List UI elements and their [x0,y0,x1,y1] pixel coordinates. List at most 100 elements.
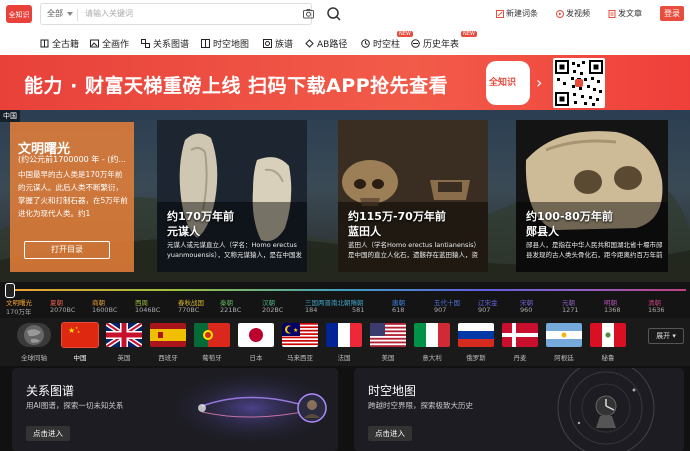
camera-icon[interactable] [303,8,314,19]
nav-item-space-time-pillar[interactable]: 时空柱 NEW [361,31,413,50]
nav-label: 时空柱 [373,40,401,50]
expand-label: 展开 [656,332,671,340]
timeline-era-year: 618 [392,306,405,314]
site-logo-icon[interactable]: 全知识 [6,5,32,23]
login-button[interactable]: 登录 [660,6,684,21]
timeline-era-year: 202BC [262,306,284,314]
painting-icon [90,39,99,48]
timeline-era-year: 1046BC [135,306,161,314]
nav-item-space-time-map[interactable]: 时空地图 [201,37,249,50]
nav-item-relation-graph[interactable]: 关系图谱 [141,37,189,50]
space-time-map-panel[interactable]: 时空地图 跨越时空界限，探索极致大历史 点击进入 [354,368,684,451]
svg-text:★: ★ [77,330,80,334]
chevron-down-icon [67,12,73,16]
globe-icon[interactable] [17,323,51,347]
country-label: 秘鲁 [601,354,615,362]
country-label: 丹麦 [513,354,527,362]
graph-icon [141,39,150,48]
artifact-card-lantian[interactable]: 约115万-70万年前 蓝田人 蓝田人（学名Homo erectus lanti… [338,120,488,272]
expand-countries-button[interactable]: 展开 ▾ [648,328,684,344]
timeline-era-year: 770BC [178,306,200,314]
new-badge: NEW [461,31,477,37]
flag-russia-icon[interactable] [458,323,494,347]
dynasty-timeline[interactable]: 文明曙光 170万年 夏朝 2070BC 商朝 1600BC 西周 1046BC 春秋战国 770… [0,282,690,318]
timeline-era-year: 581 [352,306,365,314]
flag-china-icon[interactable]: ★ ★ ★ [61,322,99,348]
country-label: 葡萄牙 [202,354,222,362]
enter-space-time-map-button[interactable]: 点击进入 [368,426,412,441]
promo-banner[interactable]: 能力 · 财富天梯重磅上线 扫码下载APP抢先查看 全知识 › [0,55,690,110]
panel-title: 关系图谱 [26,384,75,398]
app-logo-label: 全知识 [489,78,517,88]
country-label: 全球同轴 [21,354,47,362]
card-description: 蓝田人（学名Homo erectus lantianensis）是中国的直立人化… [348,241,481,259]
card-time: 约115万-70万年前 [348,210,446,223]
relation-graph-panel[interactable]: 关系图谱 用AI图谱，探索一切未知关系 点击进入 [12,368,338,451]
search-input[interactable]: 请输入关键词 [85,8,133,19]
artifact-card-yunxian[interactable]: 约100-80万年前 郧县人 郧县人，是指在中华人民共和国湖北省十堰市郧县发现的… [516,120,668,272]
post-article-button[interactable]: 发文章 [608,8,642,19]
search-icon[interactable] [326,6,342,22]
artifact-card-yuanmou[interactable]: 约170万年前 元谋人 元谋人或元谋直立人（学名：Homo erectus yu… [157,120,307,272]
country-label: 英国 [117,354,131,362]
main-nav: 全古籍 全画作 关系图谱 时空地图 族谱 AB路径 时空柱 NEW 历史年表 N… [0,31,690,54]
flag-japan-icon[interactable] [238,323,274,347]
search-scope-select[interactable]: 全部 [47,8,63,19]
banner-text: 能力 · 财富天梯重磅上线 扫码下载APP抢先查看 [24,75,449,97]
path-icon [305,39,314,48]
panel-title: 时空地图 [368,384,417,398]
nav-item-genealogy[interactable]: 族谱 [263,37,293,50]
timeline-era-year: 907 [478,306,491,314]
card-name: 蓝田人 [348,225,381,238]
nav-label: 历史年表 [423,40,460,50]
enter-relation-graph-button[interactable]: 点击进入 [26,426,70,441]
new-entry-button[interactable]: 新建词条 [496,8,538,19]
country-label: 美国 [381,354,395,362]
timeline-icon [411,39,420,48]
flag-portugal-icon[interactable] [194,323,230,347]
timeline-bar [6,289,686,291]
country-label: 西班牙 [158,354,178,362]
timeline-era-year: 170万年 [6,308,32,316]
country-label: 法国 [337,354,351,362]
edit-icon [496,9,504,18]
nav-item-ab-path[interactable]: AB路径 [305,37,347,50]
article-icon [608,9,616,18]
timeline-era-year: 1271 [562,306,579,314]
nav-item-history-chronology[interactable]: 历史年表 NEW [411,31,477,50]
card-time: 约100-80万年前 [526,210,613,223]
country-label: 马来西亚 [287,354,313,362]
new-entry-label: 新建词条 [506,9,538,18]
flag-denmark-icon[interactable] [502,323,538,347]
flag-uk-icon[interactable] [106,323,142,347]
timeline-era-year: 907 [434,306,447,314]
timeline-era-year: 2070BC [50,306,76,314]
country-selector: 全球同轴 ★ ★ ★ 中国 英国 西班牙 葡萄牙 日本 ★ 马来西亚 法国 美国… [0,318,690,366]
post-video-button[interactable]: 发视频 [556,8,590,19]
qr-code-icon [553,58,605,108]
nav-item-ancient-books[interactable]: 全古籍 [40,37,79,50]
nav-label: 族谱 [275,40,294,50]
svg-text:★: ★ [293,327,298,334]
video-icon [556,9,564,18]
flag-peru-icon[interactable] [590,323,626,347]
app-logo-icon: 全知识 [486,61,530,105]
country-label: 阿根廷 [554,354,574,362]
flag-france-icon[interactable] [326,323,362,347]
flag-italy-icon[interactable] [414,323,450,347]
flag-usa-icon[interactable] [370,323,406,347]
family-icon [263,39,272,48]
country-label: 日本 [249,354,263,362]
flag-spain-icon[interactable] [150,323,186,347]
timeline-era-year: 184 [305,306,318,314]
nav-item-paintings[interactable]: 全画作 [90,37,129,50]
nav-label: AB路径 [317,40,348,50]
era-intro-panel: 文明曙光 (约公元前1700000 年 - (约... 中国最早的古人类是170… [10,122,134,272]
country-label: 俄罗斯 [466,354,486,362]
nav-label: 关系图谱 [153,40,190,50]
flag-malaysia-icon[interactable]: ★ [282,323,318,347]
open-catalog-button[interactable]: 打开目录 [24,241,110,259]
timeline-era-year: 960 [520,306,533,314]
flag-argentina-icon[interactable] [546,323,582,347]
timeline-slider-handle[interactable] [5,283,15,298]
